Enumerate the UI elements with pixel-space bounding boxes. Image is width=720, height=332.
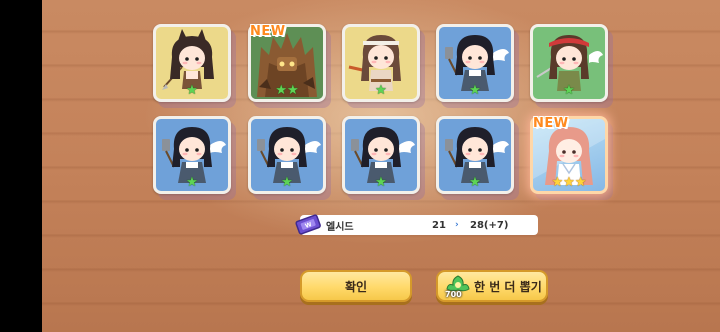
star-icon: ★ — [375, 175, 387, 190]
result-card-4[interactable]: ★ — [436, 24, 514, 102]
star-icon: ★ — [551, 175, 564, 190]
ticket-icon: W — [295, 214, 321, 235]
confirm-button-label: 확인 — [344, 279, 368, 294]
item-name: 엘시드 — [326, 221, 354, 233]
card-stars: ★ — [156, 176, 228, 189]
star-icon: ★ — [287, 83, 299, 98]
draw-again-button[interactable]: 700 한 번 더 뽑기 — [436, 270, 548, 302]
star-icon: ★ — [563, 175, 575, 190]
result-card-8[interactable]: ★ — [342, 116, 420, 194]
result-card-9[interactable]: ★ — [436, 116, 514, 194]
item-old-count: 21 — [432, 219, 446, 231]
star-icon: ★ — [186, 83, 198, 98]
item-gain-bar: W 엘시드 21 › 28(+7) — [295, 214, 538, 235]
card-stars: ★ — [439, 176, 511, 189]
new-badge: NEW — [250, 24, 286, 39]
card-stars: ★ — [156, 84, 228, 97]
draw-cost: 700 — [445, 290, 462, 299]
star-icon: ★ — [469, 175, 481, 190]
result-card-3[interactable]: ★ — [342, 24, 420, 102]
star-icon: ★ — [574, 175, 587, 190]
card-stars: ★ ★ ★ — [533, 176, 605, 189]
star-icon: ★ — [275, 83, 287, 98]
star-icon: ★ — [469, 83, 481, 98]
item-new-count: 28(+7) — [470, 219, 509, 231]
card-stars: ★ — [345, 84, 417, 97]
confirm-button[interactable]: 확인 — [300, 270, 412, 302]
card-stars: ★ — [345, 176, 417, 189]
star-icon: ★ — [563, 83, 575, 98]
arrow-right-icon: › — [455, 220, 459, 230]
card-stars: ★ ★ — [251, 84, 323, 97]
result-card-6[interactable]: ★ — [153, 116, 231, 194]
star-icon: ★ — [186, 175, 198, 190]
star-icon: ★ — [281, 175, 293, 190]
result-card-7[interactable]: ★ — [248, 116, 326, 194]
card-stars: ★ — [439, 84, 511, 97]
result-card-1[interactable]: ★ — [153, 24, 231, 102]
card-stars: ★ — [533, 84, 605, 97]
result-card-5[interactable]: ★ — [530, 24, 608, 102]
gacha-result-screen: ★ ★ ★ ★ ★ ★ ★ ★ ★ ★ ★ ★ ★ NEW NEW W 엘시드 … — [42, 0, 720, 332]
card-stars: ★ — [251, 176, 323, 189]
star-icon: ★ — [375, 83, 387, 98]
draw-again-label: 한 번 더 뽑기 — [474, 279, 542, 294]
letterbox-left — [0, 0, 42, 332]
new-badge: NEW — [533, 116, 569, 131]
